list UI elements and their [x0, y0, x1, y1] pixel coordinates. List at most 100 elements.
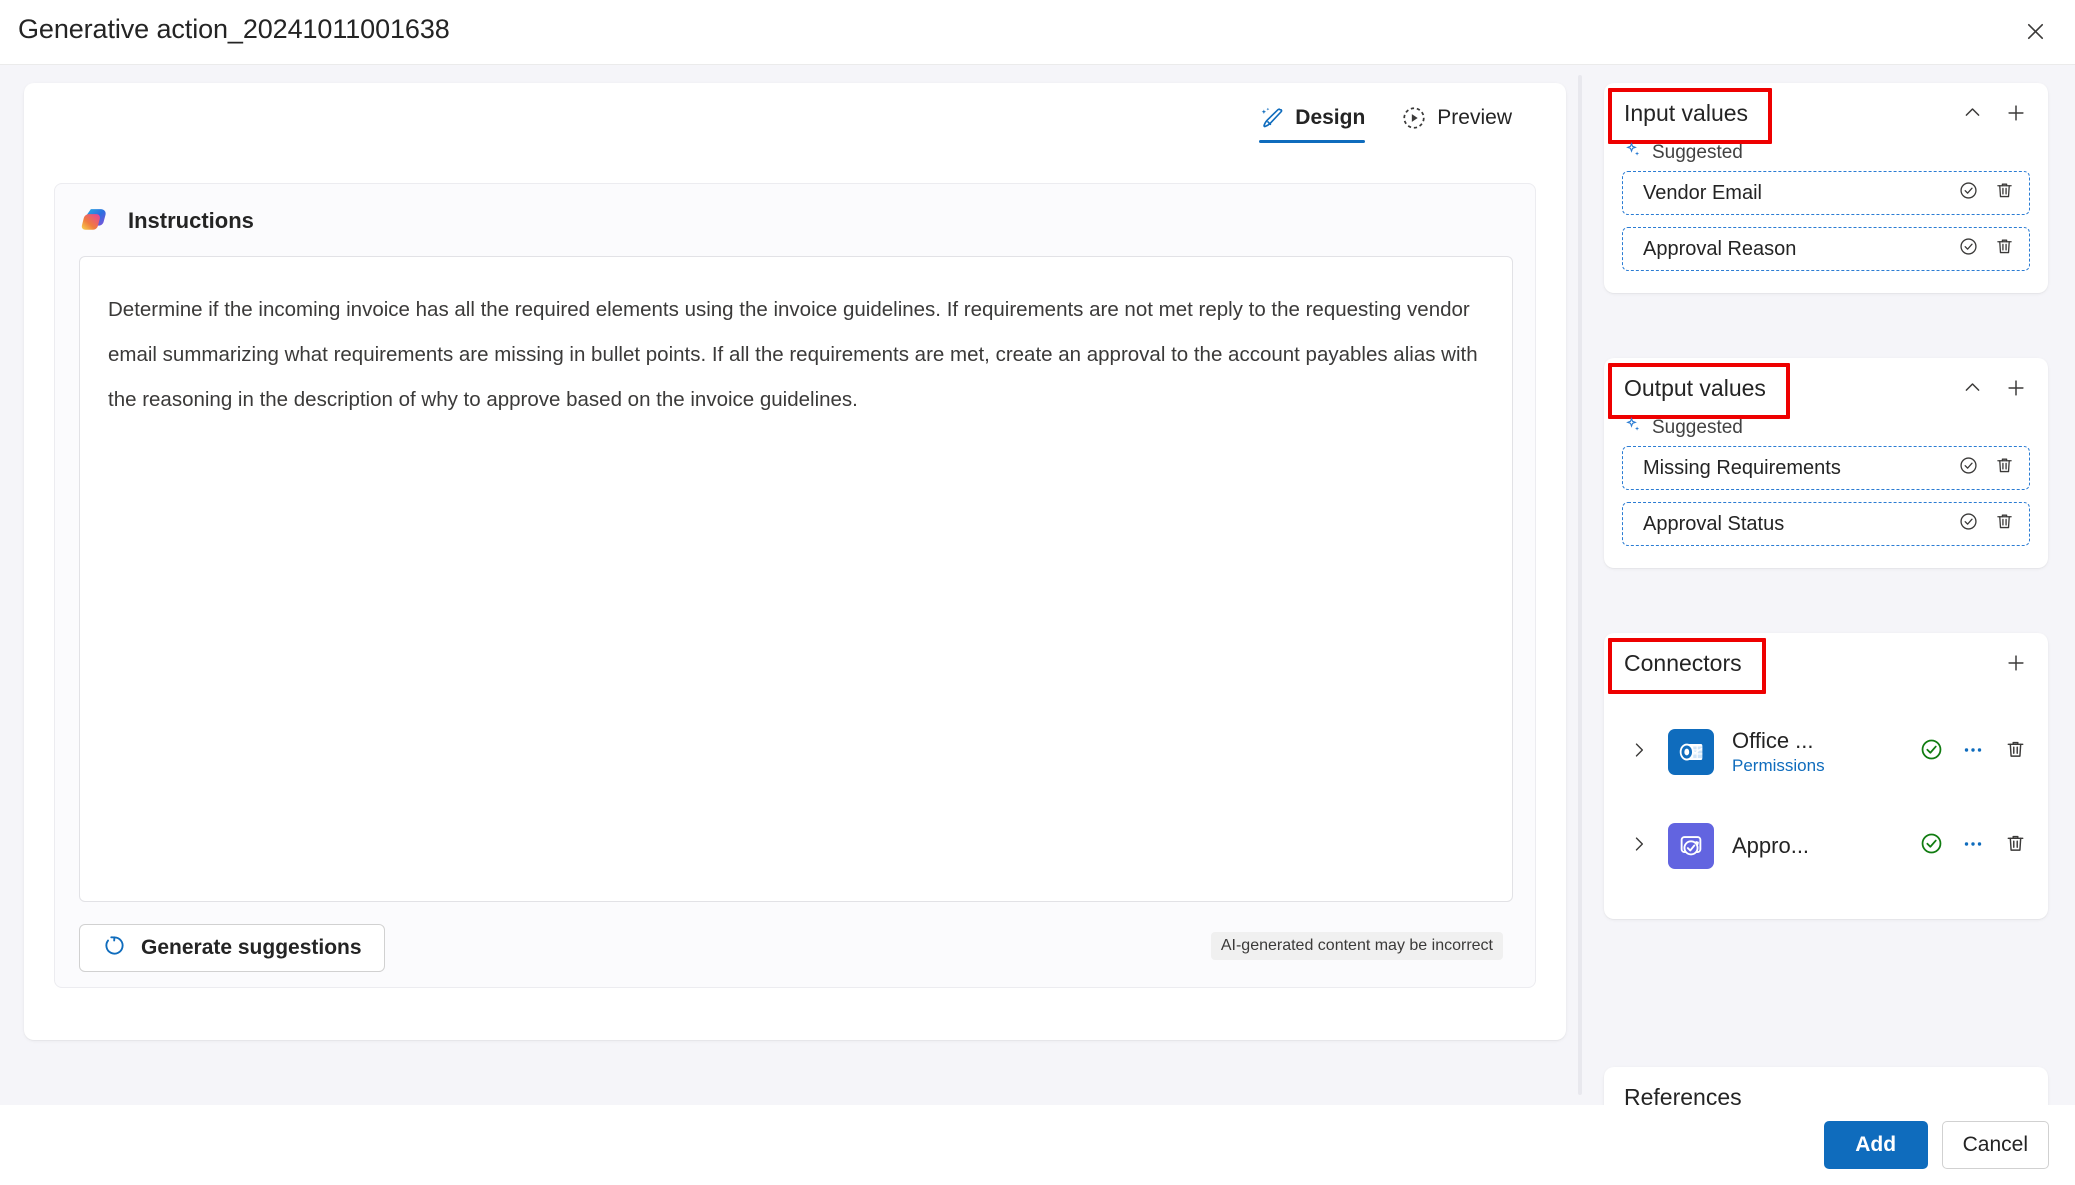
- connectors-list: Office ... Permissions Appro...: [1604, 697, 2048, 919]
- instructions-text: Determine if the incoming invoice has al…: [108, 298, 1484, 412]
- connectors-add-button[interactable]: [1998, 647, 2034, 683]
- delete-suggestion-button[interactable]: [1989, 509, 2019, 539]
- connector-more-button[interactable]: [1956, 829, 1990, 863]
- generate-suggestions-button[interactable]: Generate suggestions: [79, 924, 385, 972]
- close-button[interactable]: [2013, 9, 2057, 53]
- play-circle-dashed-icon: [1401, 105, 1427, 131]
- accept-suggestion-button[interactable]: [1953, 453, 1983, 483]
- tab-design-label: Design: [1295, 106, 1366, 129]
- delete-suggestion-button[interactable]: [1989, 178, 2019, 208]
- references-header: References: [1604, 1067, 2048, 1105]
- right-rail: Input values Suggested Vendor Email Appr…: [1596, 65, 2066, 1105]
- instructions-textarea[interactable]: Determine if the incoming invoice has al…: [79, 256, 1513, 902]
- input-value-label: Approval Reason: [1643, 237, 1797, 260]
- connector-row[interactable]: Office ... Permissions: [1614, 705, 2038, 799]
- connector-delete-button[interactable]: [2000, 831, 2030, 861]
- trash-icon: [2004, 832, 2027, 860]
- output-value-label: Approval Status: [1643, 512, 1785, 535]
- output-values-suggested-row: Suggested: [1624, 416, 2048, 440]
- output-values-collapse-button[interactable]: [1954, 372, 1990, 408]
- trash-icon: [1994, 455, 2015, 481]
- ai-disclaimer: AI-generated content may be incorrect: [1210, 932, 1503, 960]
- trash-icon: [1994, 180, 2015, 206]
- footer-buttons: Add Cancel: [1823, 1121, 2049, 1169]
- connector-status-badge: [1916, 737, 1946, 767]
- connector-permissions-link[interactable]: Permissions: [1732, 756, 1916, 776]
- cancel-button[interactable]: Cancel: [1941, 1121, 2049, 1169]
- check-circle-green-icon: [1919, 737, 1944, 767]
- input-values-collapse-button[interactable]: [1954, 97, 1990, 133]
- output-values-actions: [1954, 372, 2034, 408]
- input-values-panel: Input values Suggested Vendor Email Appr…: [1604, 83, 2048, 293]
- check-circle-icon: [1958, 180, 1979, 206]
- design-surface-card: Design Preview Instructions Determine if…: [24, 83, 1566, 1040]
- connector-text: Appro...: [1732, 833, 1916, 858]
- output-value-actions: [1953, 453, 2019, 483]
- connector-name: Office ...: [1732, 728, 1814, 754]
- accept-suggestion-button[interactable]: [1953, 234, 1983, 264]
- check-circle-icon: [1958, 236, 1979, 262]
- delete-suggestion-button[interactable]: [1989, 234, 2019, 264]
- output-values-panel: Output values Suggested Missing Requirem…: [1604, 358, 2048, 568]
- connector-row[interactable]: Appro...: [1614, 799, 2038, 893]
- accept-suggestion-button[interactable]: [1953, 178, 1983, 208]
- output-value-actions: [1953, 509, 2019, 539]
- output-values-suggested-label: Suggested: [1652, 417, 1743, 438]
- output-value-item[interactable]: Approval Status: [1622, 502, 2030, 546]
- input-values-suggested-row: Suggested: [1624, 141, 2048, 165]
- copilot-icon: [79, 204, 112, 237]
- trash-icon: [1994, 511, 2015, 537]
- tab-preview[interactable]: Preview: [1395, 99, 1518, 143]
- connector-text: Office ... Permissions: [1732, 728, 1916, 775]
- refresh-circle-icon: [102, 933, 127, 963]
- input-values-list: Vendor Email Approval Reason: [1604, 171, 2048, 293]
- sparkle-icon: [1624, 416, 1643, 440]
- output-values-add-button[interactable]: [1998, 372, 2034, 408]
- more-horizontal-icon: [1961, 738, 1985, 767]
- connector-status-badge: [1916, 831, 1946, 861]
- connector-more-button[interactable]: [1956, 735, 1990, 769]
- plus-icon: [2005, 377, 2027, 404]
- input-value-actions: [1953, 234, 2019, 264]
- connector-actions: [1916, 735, 2030, 769]
- instructions-title: Instructions: [128, 207, 254, 233]
- instructions-header: Instructions: [79, 204, 254, 237]
- dialog-footer: Add Cancel: [0, 1105, 2075, 1185]
- references-title: References: [1624, 1084, 1742, 1105]
- right-rail-scrollbar[interactable]: [1578, 75, 1582, 1095]
- accept-suggestion-button[interactable]: [1953, 509, 1983, 539]
- input-value-item[interactable]: Approval Reason: [1622, 227, 2030, 271]
- add-button[interactable]: Add: [1823, 1121, 1928, 1169]
- close-icon: [2024, 20, 2047, 43]
- output-value-item[interactable]: Missing Requirements: [1622, 446, 2030, 490]
- tab-design[interactable]: Design: [1253, 99, 1371, 143]
- sparkle-wand-icon: [1259, 105, 1285, 131]
- check-circle-icon: [1958, 455, 1979, 481]
- generate-suggestions-label: Generate suggestions: [141, 936, 362, 959]
- trash-icon: [1994, 236, 2015, 262]
- page-title: Generative action_20241011001638: [18, 14, 450, 44]
- connectors-panel: Connectors Office ... Permissions Appro.…: [1604, 633, 2048, 919]
- input-values-add-button[interactable]: [1998, 97, 2034, 133]
- generative-action-dialog: Generative action_20241011001638 Design …: [0, 0, 2075, 1185]
- chevron-up-icon: [1962, 377, 1983, 403]
- connector-name: Appro...: [1732, 833, 1810, 859]
- check-circle-icon: [1958, 511, 1979, 537]
- connector-expand-button[interactable]: [1622, 735, 1656, 769]
- connector-delete-button[interactable]: [2000, 737, 2030, 767]
- connectors-header: Connectors: [1604, 633, 2048, 697]
- outlook-icon: [1668, 729, 1714, 775]
- connector-actions: [1916, 829, 2030, 863]
- output-values-title: Output values: [1608, 363, 1790, 419]
- delete-suggestion-button[interactable]: [1989, 453, 2019, 483]
- trash-icon: [2004, 738, 2027, 766]
- input-value-item[interactable]: Vendor Email: [1622, 171, 2030, 215]
- chevron-up-icon: [1962, 102, 1983, 128]
- check-circle-green-icon: [1919, 831, 1944, 861]
- plus-icon: [2005, 102, 2027, 129]
- connector-expand-button[interactable]: [1622, 829, 1656, 863]
- instructions-card: Instructions Determine if the incoming i…: [54, 183, 1536, 988]
- approvals-icon: [1668, 823, 1714, 869]
- references-panel: References: [1604, 1067, 2048, 1105]
- input-value-actions: [1953, 178, 2019, 208]
